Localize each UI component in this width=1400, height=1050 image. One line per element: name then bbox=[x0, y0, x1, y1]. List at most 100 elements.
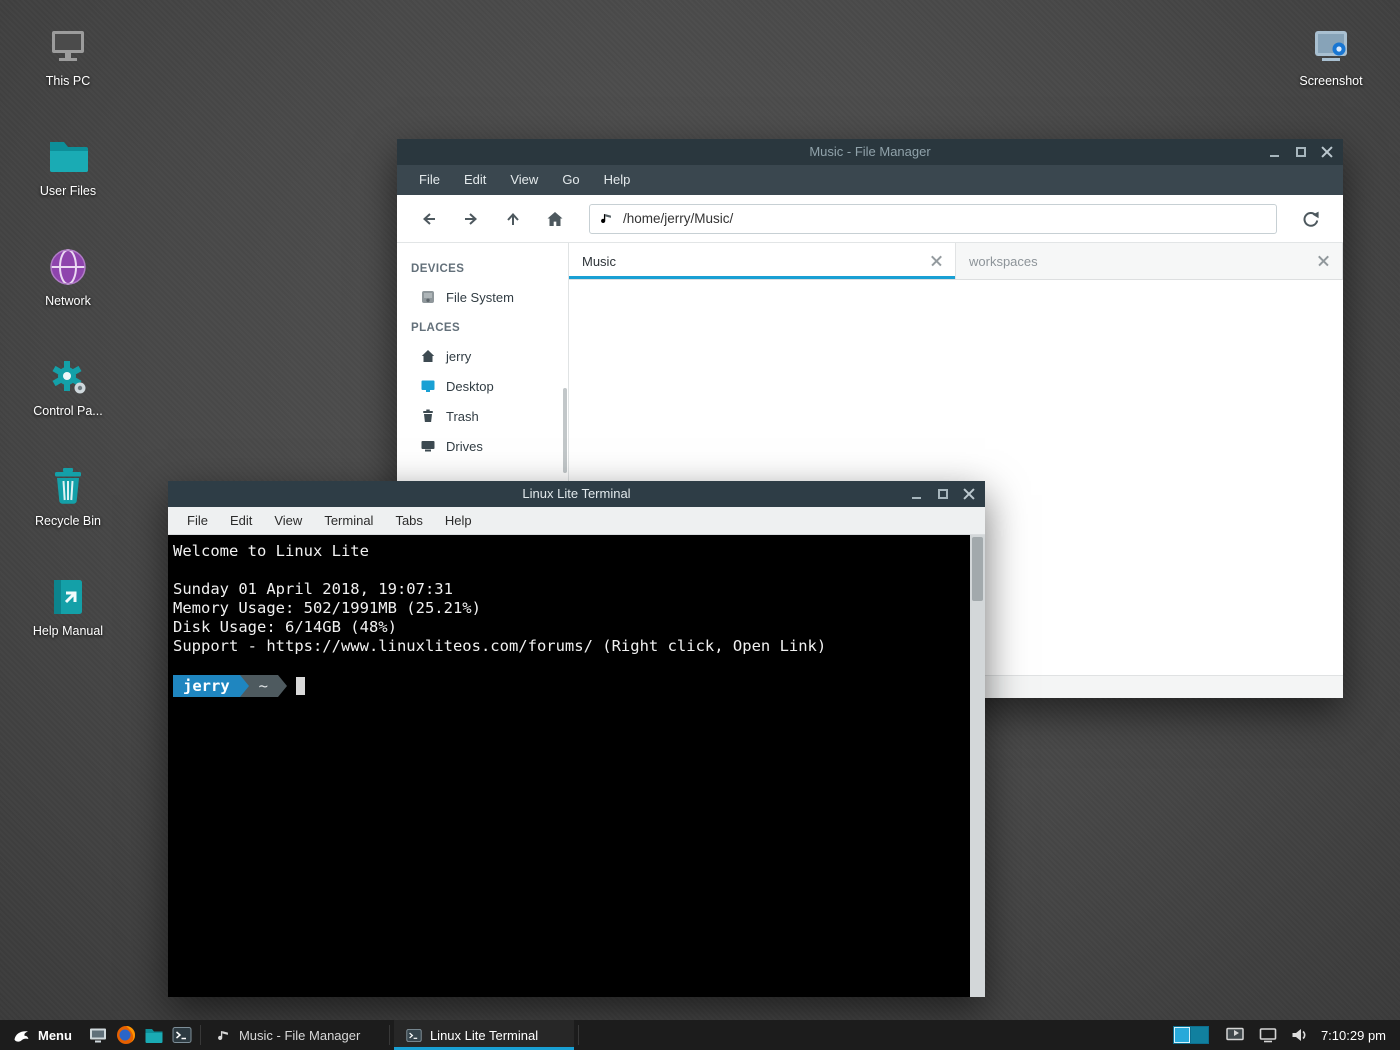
sidebar-item-trash[interactable]: Trash bbox=[397, 401, 568, 431]
trash-icon bbox=[46, 465, 90, 509]
back-arrow-icon bbox=[419, 209, 439, 229]
desktop-icon-help-manual[interactable]: Help Manual bbox=[22, 575, 114, 638]
prompt-user: jerry bbox=[173, 675, 240, 697]
scrollbar-thumb[interactable] bbox=[972, 537, 983, 601]
reload-button[interactable] bbox=[1293, 202, 1329, 236]
desktop-icon-user-files[interactable]: User Files bbox=[22, 135, 114, 198]
menu-tabs[interactable]: Tabs bbox=[384, 507, 433, 535]
maximize-button[interactable] bbox=[937, 488, 949, 500]
close-button[interactable] bbox=[1321, 146, 1333, 158]
terminal-line: Support - https://www.linuxliteos.com/fo… bbox=[173, 637, 970, 656]
tab-label: Music bbox=[582, 254, 616, 269]
workspace-2[interactable] bbox=[1191, 1027, 1208, 1043]
up-arrow-icon bbox=[503, 209, 523, 229]
tab-music[interactable]: Music bbox=[569, 243, 956, 279]
terminal-prompt: jerry ~ bbox=[173, 675, 970, 697]
show-desktop-button[interactable] bbox=[84, 1020, 112, 1050]
workspace-1[interactable] bbox=[1174, 1027, 1191, 1043]
prompt-arrow-icon bbox=[278, 675, 287, 697]
menu-edit[interactable]: Edit bbox=[219, 507, 263, 535]
menu-view[interactable]: View bbox=[498, 165, 550, 195]
prompt-arrow-icon bbox=[240, 675, 249, 697]
up-button[interactable] bbox=[495, 202, 531, 236]
terminal-line: Memory Usage: 502/1991MB (25.21%) bbox=[173, 599, 970, 618]
book-icon bbox=[46, 575, 90, 619]
terminal-titlebar[interactable]: Linux Lite Terminal bbox=[168, 481, 985, 507]
trash-icon bbox=[420, 408, 436, 424]
close-button[interactable] bbox=[963, 488, 975, 500]
menu-file[interactable]: File bbox=[176, 507, 219, 535]
sidebar-item-home[interactable]: jerry bbox=[397, 341, 568, 371]
menu-edit[interactable]: Edit bbox=[452, 165, 498, 195]
desktop-icon-this-pc[interactable]: This PC bbox=[22, 25, 114, 88]
display-tray-icon[interactable] bbox=[1258, 1026, 1278, 1044]
clock[interactable]: 7:10:29 pm bbox=[1321, 1028, 1386, 1043]
sidebar-scrollbar[interactable] bbox=[563, 388, 567, 473]
screenshot-icon bbox=[1309, 25, 1353, 69]
path-text: /home/jerry/Music/ bbox=[623, 211, 733, 226]
terminal-scrollbar[interactable] bbox=[970, 535, 985, 997]
task-file-manager[interactable]: Music - File Manager bbox=[205, 1020, 385, 1050]
tab-workspaces[interactable]: workspaces bbox=[956, 243, 1343, 279]
sidebar-item-file-system[interactable]: File System bbox=[397, 282, 568, 312]
music-note-icon bbox=[600, 211, 614, 226]
minimize-button[interactable] bbox=[911, 488, 923, 500]
menu-help[interactable]: Help bbox=[592, 165, 643, 195]
home-icon bbox=[545, 209, 565, 229]
path-bar[interactable]: /home/jerry/Music/ bbox=[589, 204, 1277, 234]
minimize-button[interactable] bbox=[1269, 146, 1281, 158]
places-header: PLACES bbox=[397, 312, 568, 341]
close-tab-icon[interactable] bbox=[1318, 256, 1329, 267]
terminal-line: Welcome to Linux Lite bbox=[173, 542, 970, 561]
desktop-icon-label: Network bbox=[22, 294, 114, 308]
back-button[interactable] bbox=[411, 202, 447, 236]
terminal-screen[interactable]: Welcome to Linux Lite Sunday 01 April 20… bbox=[168, 535, 970, 997]
terminal-icon bbox=[172, 1026, 192, 1044]
firefox-icon bbox=[116, 1025, 136, 1045]
desktop-icon-label: User Files bbox=[22, 184, 114, 198]
menu-help[interactable]: Help bbox=[434, 507, 483, 535]
linux-lite-bird-icon bbox=[13, 1027, 30, 1043]
drives-icon bbox=[420, 438, 436, 454]
task-terminal[interactable]: Linux Lite Terminal bbox=[394, 1020, 574, 1050]
file-manager-titlebar[interactable]: Music - File Manager bbox=[397, 139, 1343, 165]
workspace-pager[interactable] bbox=[1173, 1026, 1209, 1044]
sidebar-item-label: jerry bbox=[446, 349, 471, 364]
terminal-cursor bbox=[296, 677, 305, 695]
forward-button[interactable] bbox=[453, 202, 489, 236]
prompt-path: ~ bbox=[249, 675, 278, 697]
sidebar-item-desktop[interactable]: Desktop bbox=[397, 371, 568, 401]
desktop-icon-label: Recycle Bin bbox=[22, 514, 114, 528]
menu-view[interactable]: View bbox=[263, 507, 313, 535]
close-tab-icon[interactable] bbox=[931, 256, 942, 267]
terminal-launcher[interactable] bbox=[168, 1020, 196, 1050]
desktop-icon-screenshot[interactable]: Screenshot bbox=[1285, 25, 1377, 88]
terminal-icon bbox=[406, 1028, 422, 1043]
globe-icon bbox=[46, 245, 90, 289]
maximize-button[interactable] bbox=[1295, 146, 1307, 158]
file-manager-tabbar: Music workspaces bbox=[569, 243, 1343, 280]
task-label: Linux Lite Terminal bbox=[430, 1028, 538, 1043]
home-icon bbox=[420, 348, 436, 364]
desktop-icon-control-panel[interactable]: Control Pa... bbox=[22, 355, 114, 418]
firefox-launcher[interactable] bbox=[112, 1020, 140, 1050]
menu-go[interactable]: Go bbox=[550, 165, 591, 195]
screen-share-tray-icon[interactable] bbox=[1225, 1026, 1245, 1044]
sidebar-item-drives[interactable]: Drives bbox=[397, 431, 568, 461]
volume-icon[interactable] bbox=[1291, 1027, 1309, 1043]
menu-button[interactable]: Menu bbox=[0, 1020, 84, 1050]
window-title: Linux Lite Terminal bbox=[168, 481, 985, 507]
file-manager-launcher[interactable] bbox=[140, 1020, 168, 1050]
terminal-body[interactable]: Welcome to Linux Lite Sunday 01 April 20… bbox=[168, 535, 985, 997]
menu-file[interactable]: File bbox=[407, 165, 452, 195]
task-label: Music - File Manager bbox=[239, 1028, 360, 1043]
desktop-icon-network[interactable]: Network bbox=[22, 245, 114, 308]
desktop-monitor-icon bbox=[420, 378, 436, 394]
forward-arrow-icon bbox=[461, 209, 481, 229]
home-button[interactable] bbox=[537, 202, 573, 236]
desktop-icon-recycle-bin[interactable]: Recycle Bin bbox=[22, 465, 114, 528]
file-manager-menubar: File Edit View Go Help bbox=[397, 165, 1343, 195]
taskbar-separator bbox=[389, 1025, 390, 1045]
sidebar-item-label: Desktop bbox=[446, 379, 494, 394]
menu-terminal[interactable]: Terminal bbox=[313, 507, 384, 535]
